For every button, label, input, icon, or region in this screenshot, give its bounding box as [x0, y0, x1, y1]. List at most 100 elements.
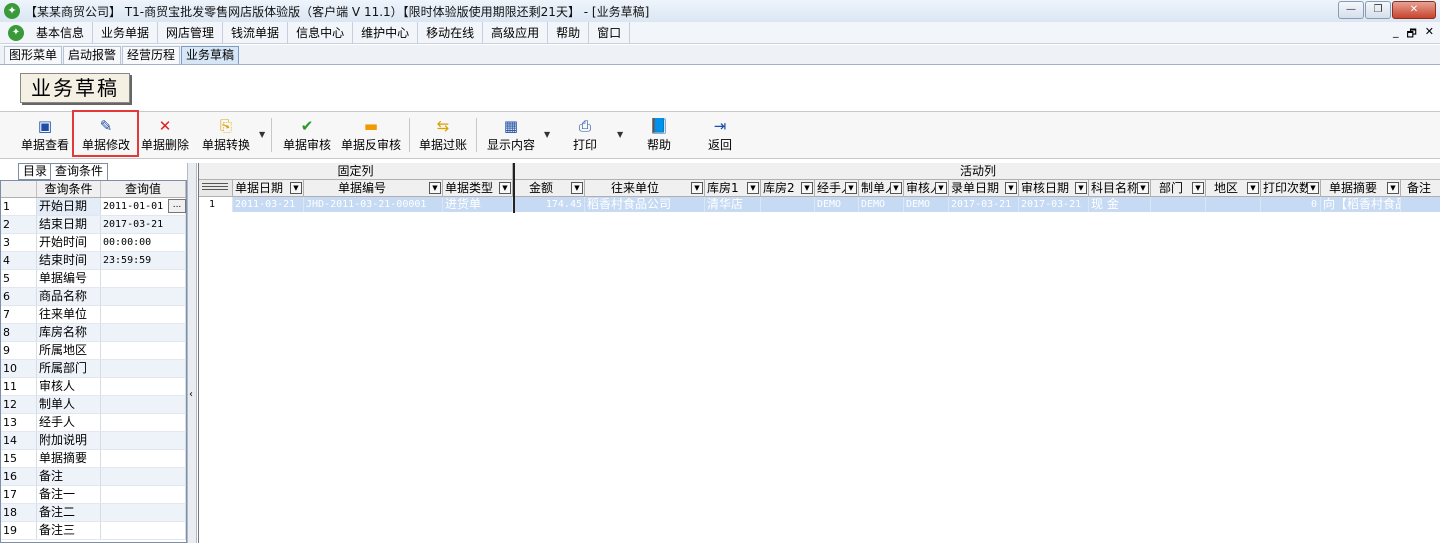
filter-dropdown-icon[interactable]: ▼ — [801, 182, 813, 194]
table-row[interactable]: 1 2011-03-21 JHD-2011-03-21-00001 进货单 17… — [199, 197, 1440, 212]
col-auditor[interactable]: 审核人 ▼ — [904, 180, 949, 197]
mdi-close-button[interactable]: ✕ — [1425, 25, 1434, 44]
col-audit-date[interactable]: 审核日期 ▼ — [1019, 180, 1089, 197]
query-row[interactable]: 6 商品名称 — [1, 288, 186, 306]
menu-business-docs[interactable]: 业务单据 — [93, 21, 159, 44]
col-print-count[interactable]: 打印次数 ▼ — [1261, 180, 1321, 197]
close-button[interactable]: ✕ — [1392, 1, 1436, 19]
col-warehouse2[interactable]: 库房2 ▼ — [761, 180, 815, 197]
col-account[interactable]: 科目名称 ▼ — [1089, 180, 1151, 197]
query-row[interactable]: 12 制单人 — [1, 396, 186, 414]
query-value-cell[interactable] — [101, 270, 186, 287]
query-value-cell[interactable] — [101, 522, 186, 539]
menu-help[interactable]: 帮助 — [548, 21, 590, 44]
filter-dropdown-icon[interactable]: ▼ — [1075, 182, 1087, 194]
menu-mobile[interactable]: 移动在线 — [418, 21, 484, 44]
col-type[interactable]: 单据类型 ▼ — [443, 180, 513, 197]
print-button[interactable]: ⎙ 打印 — [568, 116, 602, 156]
mdi-restore-button[interactable]: 🗗 — [1406, 25, 1416, 44]
mdi-minimize-button[interactable]: _ — [1393, 25, 1399, 44]
col-handler[interactable]: 经手人 ▼ — [815, 180, 859, 197]
query-row[interactable]: 4 结束时间 23:59:59 — [1, 252, 186, 270]
tab-history[interactable]: 经营历程 — [122, 46, 181, 64]
query-row[interactable]: 1 开始日期 2011-01-01 — [1, 198, 186, 216]
filter-dropdown-icon[interactable]: ▼ — [1137, 182, 1149, 194]
convert-button[interactable]: ⎘ 单据转换 — [198, 116, 254, 156]
col-partner[interactable]: 往来单位 ▼ — [585, 180, 705, 197]
col-code[interactable]: 单据编号 ▼ — [304, 180, 443, 197]
menu-maintenance[interactable]: 维护中心 — [353, 21, 419, 44]
query-value-cell[interactable] — [101, 450, 186, 467]
menu-info-center[interactable]: 信息中心 — [288, 21, 354, 44]
date-picker-button[interactable]: ... — [168, 199, 186, 213]
query-value-cell[interactable] — [101, 396, 186, 413]
collapse-arrow-icon[interactable]: ‹ — [189, 389, 193, 400]
query-row[interactable]: 19 备注三 — [1, 522, 186, 540]
panel-splitter[interactable]: ‹ — [187, 163, 197, 543]
col-date[interactable]: 单据日期 ▼ — [233, 180, 304, 197]
delete-button[interactable]: ✕ 单据删除 — [139, 116, 191, 156]
query-row[interactable]: 14 附加说明 — [1, 432, 186, 450]
maximize-button[interactable]: ❐ — [1365, 1, 1391, 19]
query-row[interactable]: 3 开始时间 00:00:00 — [1, 234, 186, 252]
filter-dropdown-icon[interactable]: ▼ — [1307, 182, 1319, 194]
convert-dropdown-icon[interactable]: ▼ — [259, 130, 265, 139]
query-row[interactable]: 7 往来单位 — [1, 306, 186, 324]
query-value-cell[interactable] — [101, 486, 186, 503]
query-row[interactable]: 8 库房名称 — [1, 324, 186, 342]
tab-drafts[interactable]: 业务草稿 — [181, 46, 240, 64]
display-content-button[interactable]: ▦ 显示内容 — [484, 116, 538, 156]
query-value-cell[interactable] — [101, 342, 186, 359]
query-value-cell[interactable] — [101, 468, 186, 485]
query-value-cell[interactable] — [101, 288, 186, 305]
filter-dropdown-icon[interactable]: ▼ — [429, 182, 441, 194]
query-row[interactable]: 11 审核人 — [1, 378, 186, 396]
query-value-cell[interactable] — [101, 324, 186, 341]
filter-dropdown-icon[interactable]: ▼ — [1247, 182, 1259, 194]
unaudit-button[interactable]: ▬ 单据反审核 — [339, 116, 403, 156]
query-value-cell[interactable] — [101, 378, 186, 395]
view-button[interactable]: ▣ 单据查看 — [18, 116, 72, 156]
col-maker[interactable]: 制单人 ▼ — [859, 180, 904, 197]
filter-dropdown-icon[interactable]: ▼ — [571, 182, 583, 194]
query-row[interactable]: 17 备注一 — [1, 486, 186, 504]
col-summary[interactable]: 单据摘要 ▼ — [1321, 180, 1401, 197]
filter-dropdown-icon[interactable]: ▼ — [290, 182, 302, 194]
col-dept[interactable]: 部门 ▼ — [1151, 180, 1206, 197]
query-row[interactable]: 5 单据编号 — [1, 270, 186, 288]
query-value-cell[interactable] — [101, 414, 186, 431]
query-value-cell[interactable]: 23:59:59 — [101, 252, 186, 269]
query-row[interactable]: 13 经手人 — [1, 414, 186, 432]
col-entry-date[interactable]: 录单日期 ▼ — [949, 180, 1019, 197]
query-value-cell[interactable] — [101, 360, 186, 377]
help-button[interactable]: 📘 帮助 — [642, 116, 676, 156]
query-row[interactable]: 16 备注 — [1, 468, 186, 486]
col-amount[interactable]: 金额 ▼ — [515, 180, 585, 197]
menu-basic-info[interactable]: 基本信息 — [28, 21, 94, 44]
query-row[interactable]: 10 所属部门 — [1, 360, 186, 378]
back-button[interactable]: ⇥ 返回 — [703, 116, 737, 156]
filter-dropdown-icon[interactable]: ▼ — [691, 182, 703, 194]
filter-dropdown-icon[interactable]: ▼ — [845, 182, 857, 194]
filter-dropdown-icon[interactable]: ▼ — [1387, 182, 1399, 194]
query-value-cell[interactable] — [101, 504, 186, 521]
query-row[interactable]: 15 单据摘要 — [1, 450, 186, 468]
tab-directory[interactable]: 目录 — [18, 163, 53, 180]
col-warehouse1[interactable]: 库房1 ▼ — [705, 180, 761, 197]
filter-dropdown-icon[interactable]: ▼ — [499, 182, 511, 194]
col-region[interactable]: 地区 ▼ — [1206, 180, 1261, 197]
query-row[interactable]: 2 结束日期 2017-03-21 — [1, 216, 186, 234]
filter-dropdown-icon[interactable]: ▼ — [747, 182, 759, 194]
query-value-cell[interactable] — [101, 306, 186, 323]
filter-dropdown-icon[interactable]: ▼ — [935, 182, 947, 194]
query-row[interactable]: 9 所属地区 — [1, 342, 186, 360]
menu-online-store[interactable]: 网店管理 — [158, 21, 224, 44]
query-value-cell[interactable] — [101, 432, 186, 449]
tab-query-conditions[interactable]: 查询条件 — [50, 163, 109, 180]
tab-graphic-menu[interactable]: 图形菜单 — [4, 46, 63, 64]
col-remark[interactable]: 备注 — [1401, 180, 1440, 197]
menu-window[interactable]: 窗口 — [589, 21, 631, 44]
audit-button[interactable]: ✔ 单据审核 — [280, 116, 334, 156]
filter-dropdown-icon[interactable]: ▼ — [1005, 182, 1017, 194]
menu-advanced[interactable]: 高级应用 — [483, 21, 549, 44]
